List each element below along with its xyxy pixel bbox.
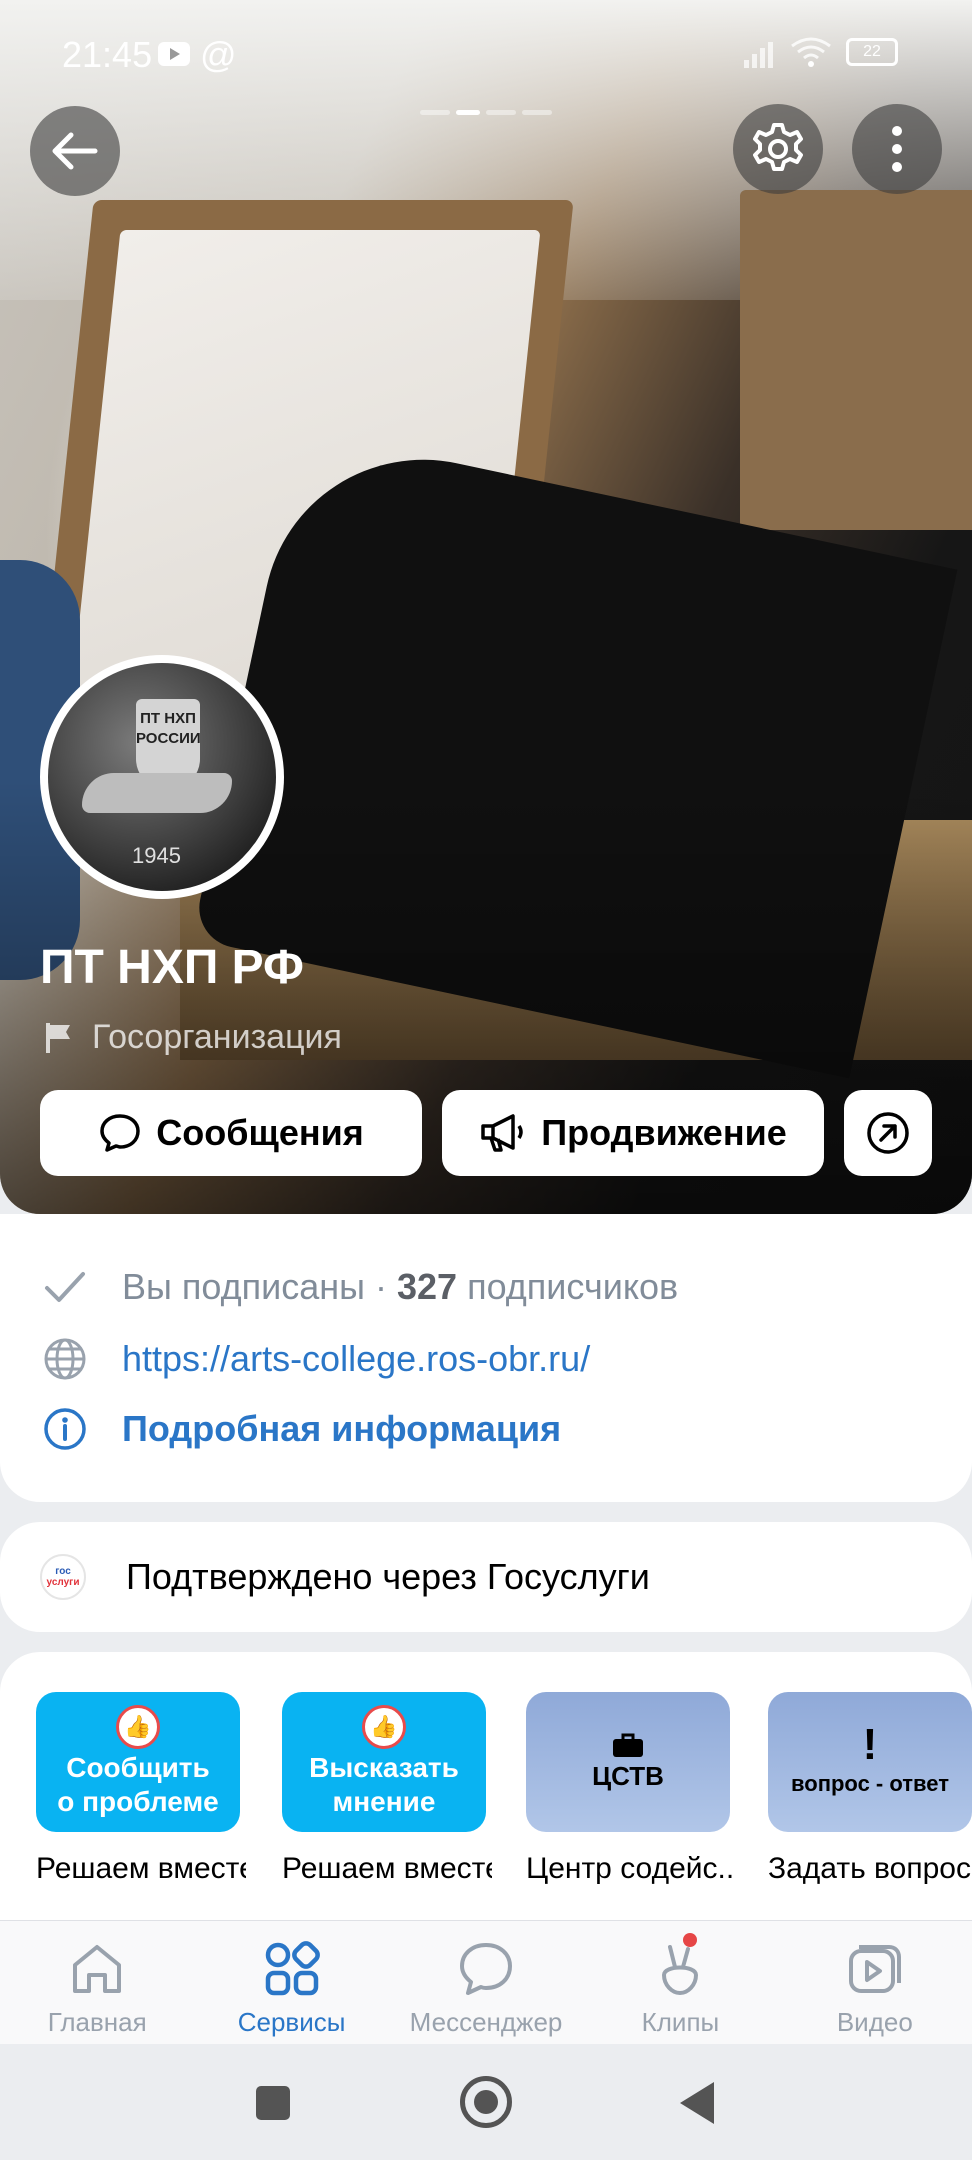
subscribed-separator: · — [365, 1266, 397, 1307]
share-arrow-icon — [867, 1112, 909, 1154]
tab-label: Клипы — [641, 2007, 720, 2037]
website-link-row[interactable]: https://arts-college.ros-obr.ru/ — [40, 1334, 590, 1384]
service-caption: Задать вопрос — [768, 1852, 971, 1885]
pager-dot — [486, 110, 516, 115]
tab-label: Главная — [47, 2007, 147, 2037]
status-bar: 21:45 @ 22 — [0, 0, 972, 110]
briefcase-icon — [613, 1733, 643, 1757]
promotion-label: Продвижение — [541, 1112, 787, 1153]
group-type-label: Госорганизация — [92, 1018, 342, 1056]
home-button[interactable] — [460, 2076, 512, 2128]
status-time: 21:45 — [62, 34, 153, 75]
cover-easel-right — [740, 190, 972, 530]
website-link[interactable]: https://arts-college.ros-obr.ru/ — [122, 1338, 590, 1380]
clips-icon — [662, 1945, 699, 1996]
more-vertical-icon — [892, 126, 902, 172]
gear-icon — [753, 123, 803, 171]
subscribers-label: подписчиков — [457, 1266, 679, 1307]
email-notification-icon: @ — [200, 34, 237, 75]
service-tile-label: Сообщить о проблеме — [57, 1752, 219, 1817]
message-bubble-icon — [100, 1114, 140, 1152]
service-tile: ! вопрос - ответ — [768, 1692, 972, 1832]
group-name: ПТ НХП РФ — [40, 941, 305, 994]
details-row[interactable]: Подробная информация — [40, 1404, 561, 1454]
tab-messenger[interactable]: Мессенджер — [389, 1921, 583, 2044]
group-type: Госорганизация — [44, 1018, 342, 1057]
tab-services[interactable]: Сервисы — [194, 1921, 388, 2044]
recent-apps-button[interactable] — [256, 2086, 290, 2120]
services-icon — [265, 1941, 320, 1996]
gosuslugi-logo-top: гос — [55, 1566, 71, 1577]
service-tile-label: вопрос - ответ — [791, 1771, 949, 1796]
services-widget: 👍 Сообщить о проблеме Решаем вместе 👍 Вы… — [0, 1652, 972, 1920]
more-button[interactable] — [852, 104, 942, 194]
tab-clips[interactable]: Клипы — [583, 1921, 777, 2044]
battery-icon: 22 — [846, 38, 898, 66]
tab-label: Видео — [836, 2007, 913, 2037]
tab-label: Мессенджер — [409, 2007, 563, 2037]
tab-video[interactable]: Видео — [778, 1921, 972, 2044]
avatar-swan — [82, 773, 232, 813]
tab-label: Сервисы — [237, 2007, 346, 2037]
messenger-icon — [460, 1943, 513, 1995]
messages-button[interactable]: Сообщения — [40, 1090, 422, 1176]
service-tile: 👍 Высказать мнение — [282, 1692, 486, 1832]
checkmark-icon — [40, 1262, 90, 1312]
globe-icon — [40, 1334, 90, 1384]
arrow-left-icon — [52, 132, 98, 170]
settings-button[interactable] — [733, 104, 823, 194]
subscription-text: Вы подписаны · 327 подписчиков — [122, 1266, 678, 1308]
service-report-problem[interactable]: 👍 Сообщить о проблеме Решаем вместе — [36, 1692, 246, 1886]
service-tile: 👍 Сообщить о проблеме — [36, 1692, 240, 1832]
exclamation-icon: ! — [862, 1720, 878, 1769]
gosuslugi-logo-bottom: услуги — [46, 1577, 80, 1588]
thumbs-up-icon: 👍 — [116, 1705, 160, 1749]
gosuslugi-verification[interactable]: гос услуги Подтверждено через Госуслуги — [0, 1522, 972, 1632]
service-give-opinion[interactable]: 👍 Высказать мнение Решаем вместе — [282, 1692, 492, 1886]
subscribed-label: Вы подписаны — [122, 1266, 365, 1307]
thumbs-up-icon: 👍 — [362, 1705, 406, 1749]
service-ask-question[interactable]: ! вопрос - ответ Задать вопрос — [768, 1692, 972, 1886]
megaphone-icon — [481, 1114, 524, 1152]
pager-dot — [522, 110, 552, 115]
wifi-icon — [791, 37, 831, 67]
service-cstv[interactable]: ЦСТВ Центр содейс... — [526, 1692, 736, 1886]
messages-label: Сообщения — [156, 1112, 364, 1153]
gosuslugi-text: Подтверждено через Госуслуги — [126, 1556, 650, 1597]
service-caption: Решаем вместе — [36, 1852, 246, 1885]
home-icon — [73, 1945, 122, 1993]
promotion-button[interactable]: Продвижение — [442, 1090, 824, 1176]
subscribers-count: 327 — [397, 1266, 458, 1307]
gosuslugi-logo-icon: гос услуги — [40, 1554, 86, 1600]
avatar-year: 1945 — [132, 843, 181, 868]
service-caption: Решаем вместе — [282, 1852, 492, 1885]
pager-dot-active — [456, 110, 480, 115]
tab-home[interactable]: Главная — [0, 1921, 194, 2044]
system-navigation-bar — [0, 2044, 972, 2160]
service-tile: ЦСТВ — [526, 1692, 730, 1832]
details-label: Подробная информация — [122, 1408, 562, 1449]
subscription-status[interactable]: Вы подписаны · 327 подписчиков — [40, 1262, 678, 1312]
service-caption: Центр содейс... — [526, 1852, 736, 1885]
flag-icon — [46, 1022, 70, 1053]
system-back-button[interactable] — [680, 2082, 714, 2124]
share-button[interactable] — [844, 1090, 932, 1176]
service-tile-label: ЦСТВ — [592, 1761, 664, 1791]
bottom-tab-bar: Главная Сервисы Мессенджер Клипы Видео — [0, 1920, 972, 2044]
pager-dot — [420, 110, 450, 115]
youtube-notification-icon — [158, 42, 190, 66]
service-tile-label: Высказать мнение — [309, 1752, 459, 1817]
back-button[interactable] — [30, 106, 120, 196]
cover-pager — [420, 110, 552, 116]
signal-icon — [744, 40, 778, 68]
avatar-emblem: ПТ НХП РОССИИ 1945 — [48, 663, 276, 891]
group-avatar[interactable]: ПТ НХП РОССИИ 1945 — [40, 655, 284, 899]
info-icon — [40, 1404, 90, 1454]
video-icon — [848, 1945, 901, 1993]
